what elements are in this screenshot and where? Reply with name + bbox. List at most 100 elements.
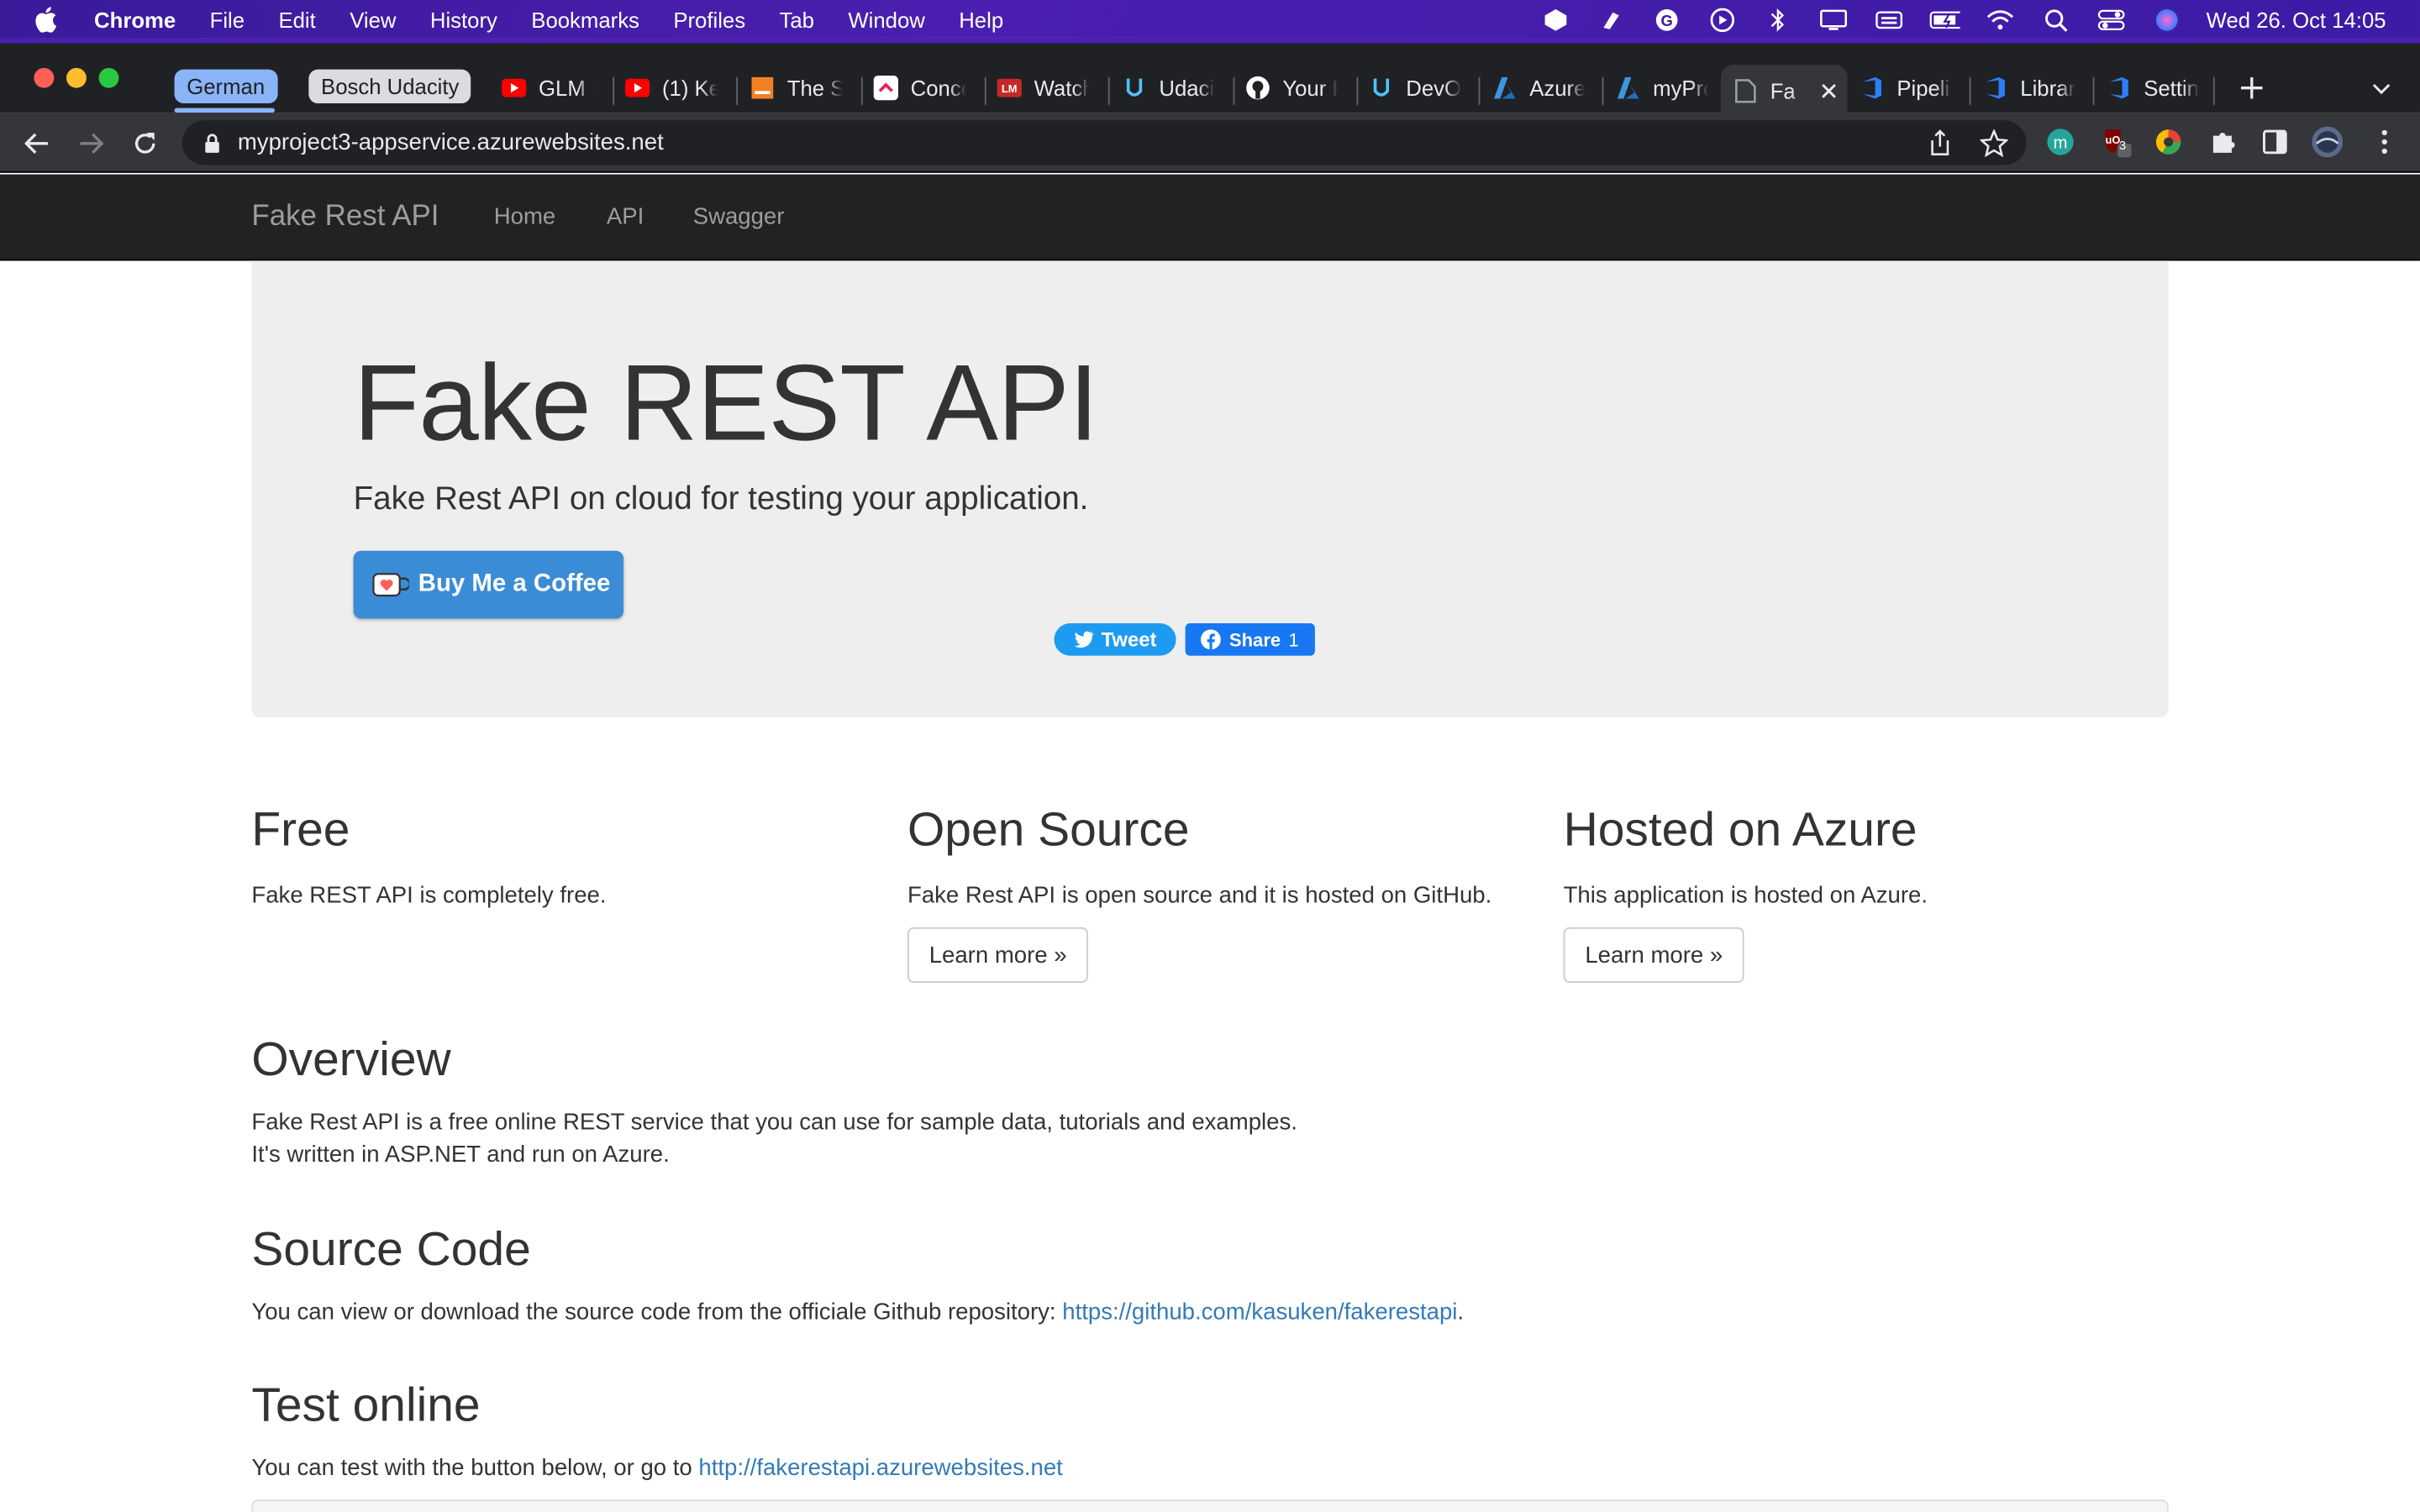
menu-edit[interactable]: Edit xyxy=(261,7,333,31)
tab-separator xyxy=(613,76,615,105)
app-status-icon[interactable] xyxy=(1539,7,1570,31)
color-wheel-extension-icon[interactable] xyxy=(2153,127,2184,158)
tab-udacity[interactable]: Udaci xyxy=(1122,65,1214,111)
tab-separator xyxy=(1107,76,1110,105)
menu-help[interactable]: Help xyxy=(942,7,1020,31)
bluetooth-icon[interactable] xyxy=(1762,7,1793,31)
menubar-clock[interactable]: Wed 26. Oct 14:05 xyxy=(2207,7,2386,31)
coffee-button-label: Buy Me a Coffee xyxy=(418,570,611,597)
wifi-icon[interactable] xyxy=(1984,7,2015,31)
shortcut-status-icon[interactable] xyxy=(1595,7,1626,31)
tab-the-s[interactable]: The S xyxy=(750,65,843,111)
tab-label: DevOp xyxy=(1406,75,1462,101)
lock-icon[interactable] xyxy=(201,132,223,154)
feature-text: Fake REST API is completely free. xyxy=(251,882,607,909)
profile-avatar[interactable] xyxy=(2312,126,2344,158)
site-brand[interactable]: Fake Rest API xyxy=(251,201,439,234)
learn-more-github-button[interactable]: Learn more » xyxy=(907,927,1089,983)
side-panel-icon[interactable] xyxy=(2260,127,2291,158)
overview-section: Overview Fake Rest API is a free online … xyxy=(251,1032,2168,1171)
close-tab-icon[interactable] xyxy=(1817,79,1841,103)
keyboard-icon[interactable] xyxy=(1873,7,1904,31)
minimize-window-button[interactable] xyxy=(66,67,87,88)
tweet-label: Tweet xyxy=(1101,627,1157,652)
menu-bookmarks[interactable]: Bookmarks xyxy=(514,7,656,31)
apple-icon[interactable] xyxy=(31,5,59,33)
share-label: Share xyxy=(1228,628,1281,651)
tab-fake-rest-api-active[interactable]: Fa xyxy=(1720,65,1848,118)
reload-icon[interactable] xyxy=(128,127,161,160)
page-icon xyxy=(1733,79,1758,103)
puzzle-extensions-icon[interactable] xyxy=(2207,127,2238,158)
forward-arrow-icon[interactable] xyxy=(74,127,108,160)
nav-swagger[interactable]: Swagger xyxy=(693,203,785,229)
buy-me-a-coffee-button[interactable]: Buy Me a Coffee xyxy=(353,550,624,619)
tab-separator xyxy=(1602,76,1604,105)
control-center-icon[interactable] xyxy=(2095,7,2126,31)
tab-devops[interactable]: DevOp xyxy=(1369,65,1461,111)
menu-file[interactable]: File xyxy=(192,7,261,31)
menu-tab[interactable]: Tab xyxy=(762,7,831,31)
tab-group-bosch-udacity[interactable]: Bosch Udacity xyxy=(308,69,472,104)
feature-open-source: Open Source Fake Rest API is open source… xyxy=(907,802,1525,983)
tweet-button[interactable]: Tweet xyxy=(1054,623,1176,656)
clickup-icon xyxy=(873,75,898,101)
address-bar-actions xyxy=(1928,128,2009,165)
feature-title: Hosted on Azure xyxy=(1563,802,1918,857)
tab-youtube-ke[interactable]: (1) Ke xyxy=(624,65,718,111)
new-tab-icon[interactable] xyxy=(2235,71,2269,104)
nav-home[interactable]: Home xyxy=(494,203,555,229)
tab-library[interactable]: Librar xyxy=(1983,65,2075,111)
tab-group-german[interactable]: German xyxy=(174,69,277,104)
source-code-intro: You can view or download the source code… xyxy=(251,1299,1063,1326)
source-code-section: Source Code You can view or download the… xyxy=(251,1222,2168,1329)
lm-icon: LM xyxy=(997,76,1022,100)
facebook-share-button[interactable]: Share 1 xyxy=(1185,623,1315,656)
tab-settings[interactable]: Settin xyxy=(2107,65,2199,111)
tab-separator xyxy=(1233,76,1235,105)
siri-icon[interactable] xyxy=(2151,7,2182,31)
azure-icon xyxy=(1492,76,1517,100)
tab-label: (1) Ke xyxy=(661,75,718,101)
tab-search-chevron-icon[interactable] xyxy=(2366,74,2397,105)
tab-azure[interactable]: Azure xyxy=(1492,65,1585,111)
tab-separator xyxy=(1356,76,1359,105)
tab-myproject[interactable]: myPro xyxy=(1616,65,1708,111)
chrome-toolbar: myproject3-appservice.azurewebsites.net … xyxy=(0,113,2420,173)
tab-watch[interactable]: LM Watch xyxy=(997,65,1090,111)
back-arrow-icon[interactable] xyxy=(20,127,54,160)
close-window-button[interactable] xyxy=(34,67,55,88)
extension-m-icon[interactable]: m xyxy=(2045,127,2076,158)
tab-glm[interactable]: GLM I xyxy=(501,65,594,111)
learn-more-azure-button[interactable]: Learn more » xyxy=(1563,927,1744,983)
fullscreen-window-button[interactable] xyxy=(98,67,119,88)
youtube-icon xyxy=(501,76,527,100)
share-icon[interactable] xyxy=(1928,129,1952,165)
battery-icon[interactable] xyxy=(1928,7,1960,31)
fakerestapi-link[interactable]: http://fakerestapi.azurewebsites.net xyxy=(698,1455,1062,1481)
chrome-menu-icon[interactable] xyxy=(2369,127,2400,158)
menu-window[interactable]: Window xyxy=(831,7,942,31)
test-online-intro: You can test with the button below, or g… xyxy=(251,1455,699,1482)
ublock-origin-icon[interactable]: uO 3 xyxy=(2101,127,2132,158)
tab-label: myPro xyxy=(1653,75,1708,101)
play-icon[interactable] xyxy=(1707,7,1738,32)
feature-title: Open Source xyxy=(907,802,1190,857)
tab-pipelines[interactable]: Pipeli xyxy=(1860,65,1952,111)
tab-conce[interactable]: Conce xyxy=(873,65,966,111)
menu-view[interactable]: View xyxy=(333,7,413,31)
spotlight-search-icon[interactable] xyxy=(2039,7,2070,31)
url-text: myproject3-appservice.azurewebsites.net xyxy=(237,129,664,156)
address-bar[interactable]: myproject3-appservice.azurewebsites.net xyxy=(182,120,2027,165)
source-code-suffix: . xyxy=(1457,1299,1465,1326)
bookmark-star-icon[interactable] xyxy=(1979,128,2009,165)
svg-text:LM: LM xyxy=(1002,82,1018,95)
display-icon[interactable] xyxy=(1818,7,1849,31)
grammarly-icon[interactable]: G xyxy=(1650,7,1681,31)
github-repo-link[interactable]: https://github.com/kasuken/fakerestapi xyxy=(1062,1299,1457,1326)
menu-history[interactable]: History xyxy=(413,7,514,31)
tab-github[interactable]: Your F xyxy=(1245,65,1338,111)
menu-profiles[interactable]: Profiles xyxy=(656,7,762,31)
nav-api[interactable]: API xyxy=(607,203,644,229)
menu-app-name[interactable]: Chrome xyxy=(81,7,193,31)
